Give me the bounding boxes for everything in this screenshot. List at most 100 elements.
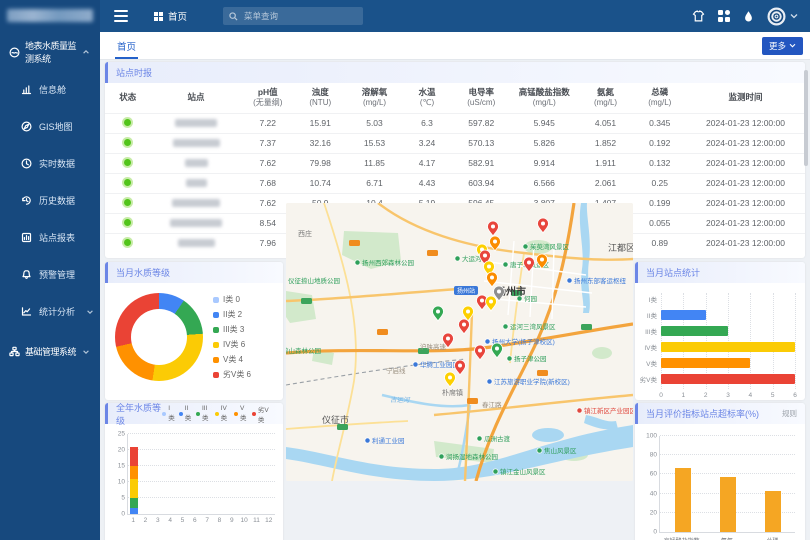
legend-label: V类 4: [223, 354, 243, 365]
sidebar-item-info-hub[interactable]: 信息舱: [0, 71, 100, 108]
table-row[interactable]: 7.2215.915.036.3597.825.9454.0510.345202…: [105, 113, 805, 133]
sidebar-group-label: 基础管理系统: [25, 345, 77, 358]
stack-segment: [130, 466, 138, 479]
svg-text:春江路: 春江路: [482, 400, 502, 409]
legend-item[interactable]: V类: [234, 404, 248, 424]
value-cell: 6.3: [403, 113, 452, 133]
poi-marker-icon[interactable]: [365, 438, 370, 443]
stack-segment: [130, 447, 138, 466]
poi-marker-icon[interactable]: [577, 408, 582, 413]
year-legend: I类 II类 III类 IV类 V类劣V类: [162, 404, 271, 424]
legend-item[interactable]: IV类: [215, 404, 230, 424]
value-cell: 2024-01-23 12:00:00: [686, 113, 805, 133]
svg-text:捺山森林公园: 捺山森林公园: [286, 346, 321, 355]
poi-marker-icon[interactable]: [355, 260, 360, 265]
svg-text:仪征捺山地质公园: 仪征捺山地质公园: [288, 276, 340, 285]
poi-marker-icon[interactable]: [567, 278, 572, 283]
table-row[interactable]: 7.6279.9811.854.17582.919.9141.9110.1322…: [105, 153, 805, 173]
rules-link[interactable]: 规则: [782, 408, 797, 419]
column-header: 浊度(NTU): [294, 83, 347, 113]
status-online-dot: [124, 119, 131, 126]
tab-home[interactable]: 首页: [117, 32, 136, 59]
sidebar-item-label: 实时数据: [39, 157, 100, 170]
poi-marker-icon[interactable]: [503, 324, 508, 329]
user-menu[interactable]: [767, 7, 798, 26]
breadcrumb-home[interactable]: 首页: [154, 9, 187, 23]
bar: [720, 477, 736, 532]
poi-marker-icon[interactable]: [503, 262, 508, 267]
menu-search[interactable]: [223, 7, 363, 25]
poi-marker-icon[interactable]: [507, 356, 512, 361]
status-cell: [105, 113, 151, 133]
hamburger-menu-icon[interactable]: [114, 10, 128, 22]
donut-chart: [115, 293, 203, 381]
legend-color-dot: [179, 412, 183, 416]
theme-shirt-icon[interactable]: [692, 10, 705, 22]
poi-marker-icon[interactable]: [487, 379, 492, 384]
legend-item[interactable]: 劣V类 6: [213, 369, 251, 380]
more-button[interactable]: 更多: [762, 37, 803, 55]
poi-marker-icon[interactable]: [517, 296, 522, 301]
page-scrollbar-thumb[interactable]: [804, 70, 808, 166]
bar-column: [705, 436, 750, 532]
search-input[interactable]: [242, 10, 357, 22]
sidebar-item-report[interactable]: 站点报表: [0, 219, 100, 256]
sidebar-item-stats[interactable]: 统计分析: [0, 293, 100, 330]
sidebar-item-realtime[interactable]: 实时数据: [0, 145, 100, 182]
legend-label: II类 2: [223, 309, 242, 320]
poi-marker-icon[interactable]: [537, 448, 542, 453]
legend-item[interactable]: IV类 6: [213, 339, 251, 350]
legend-item[interactable]: I类: [162, 404, 175, 424]
value-cell: 4.17: [403, 153, 452, 173]
sidebar-item-gis-map[interactable]: GIS地图: [0, 108, 100, 145]
poi-marker-icon[interactable]: [485, 339, 490, 344]
sidebar-group[interactable]: 基础管理系统: [0, 330, 100, 364]
station-cell: [151, 153, 242, 173]
legend-item[interactable]: II类 2: [213, 309, 251, 320]
sidebar-group[interactable]: 地表水质量监测系统: [0, 24, 100, 71]
alert-icon: [21, 269, 32, 280]
redacted-station-name: [173, 139, 220, 147]
table-row[interactable]: 7.6810.746.714.43603.946.5662.0610.25202…: [105, 173, 805, 193]
x-tick-label: 2: [704, 392, 708, 399]
system-icon: [9, 47, 20, 58]
x-tick-label: 4: [749, 392, 753, 399]
legend-item[interactable]: I类 0: [213, 294, 251, 305]
station-cell: [151, 133, 242, 153]
map-label-green: 运河三湾风景区: [503, 322, 556, 331]
sidebar-menu: 地表水质量监测系统信息舱GIS地图实时数据历史数据站点报表预警管理统计分析基础管…: [0, 24, 100, 364]
column-header: pH值(无量纲): [242, 83, 295, 113]
legend-item[interactable]: V类 4: [213, 354, 251, 365]
value-cell: 0.192: [634, 133, 687, 153]
legend-item[interactable]: 劣V类: [252, 404, 271, 424]
legend-label: IV类 6: [223, 339, 245, 350]
poi-marker-icon[interactable]: [477, 436, 482, 441]
poi-marker-icon[interactable]: [455, 256, 460, 261]
y-tick-label: 20: [650, 509, 657, 516]
poi-marker-icon[interactable]: [523, 244, 528, 249]
gridline: [128, 497, 275, 498]
poi-marker-icon[interactable]: [439, 454, 444, 459]
value-cell: 582.91: [452, 153, 512, 173]
poi-marker-icon[interactable]: [413, 362, 418, 367]
value-cell: 7.37: [242, 133, 295, 153]
value-cell: 7.22: [242, 113, 295, 133]
svg-text:江苏旅游职业学院(新校区): 江苏旅游职业学院(新校区): [494, 377, 570, 386]
map-canvas[interactable]: 扬州市仪征市江都区朴席镇西庄扬州西郊森林公园仪征捺山地质公园茱萸湾风景区唐子城风…: [286, 203, 633, 481]
poi-marker-icon[interactable]: [493, 469, 498, 474]
water-drop-icon[interactable]: [743, 10, 754, 23]
bar: [661, 374, 795, 384]
layout-apps-icon[interactable]: [718, 10, 730, 22]
status-cell: [105, 153, 151, 173]
sidebar-item-alert[interactable]: 预警管理: [0, 256, 100, 293]
bar: [765, 491, 781, 532]
legend-item[interactable]: III类 3: [213, 324, 251, 335]
chevron-down-icon: [789, 43, 796, 48]
legend-item[interactable]: II类: [179, 404, 192, 424]
map-label-green: 仪征捺山地质公园: [288, 276, 340, 285]
sidebar-item-history[interactable]: 历史数据: [0, 182, 100, 219]
table-row[interactable]: 7.3732.1615.533.24570.135.8261.8520.1922…: [105, 133, 805, 153]
legend-item[interactable]: III类: [196, 404, 211, 424]
bar: [661, 326, 728, 336]
sidebar-item-label: 预警管理: [39, 268, 100, 281]
